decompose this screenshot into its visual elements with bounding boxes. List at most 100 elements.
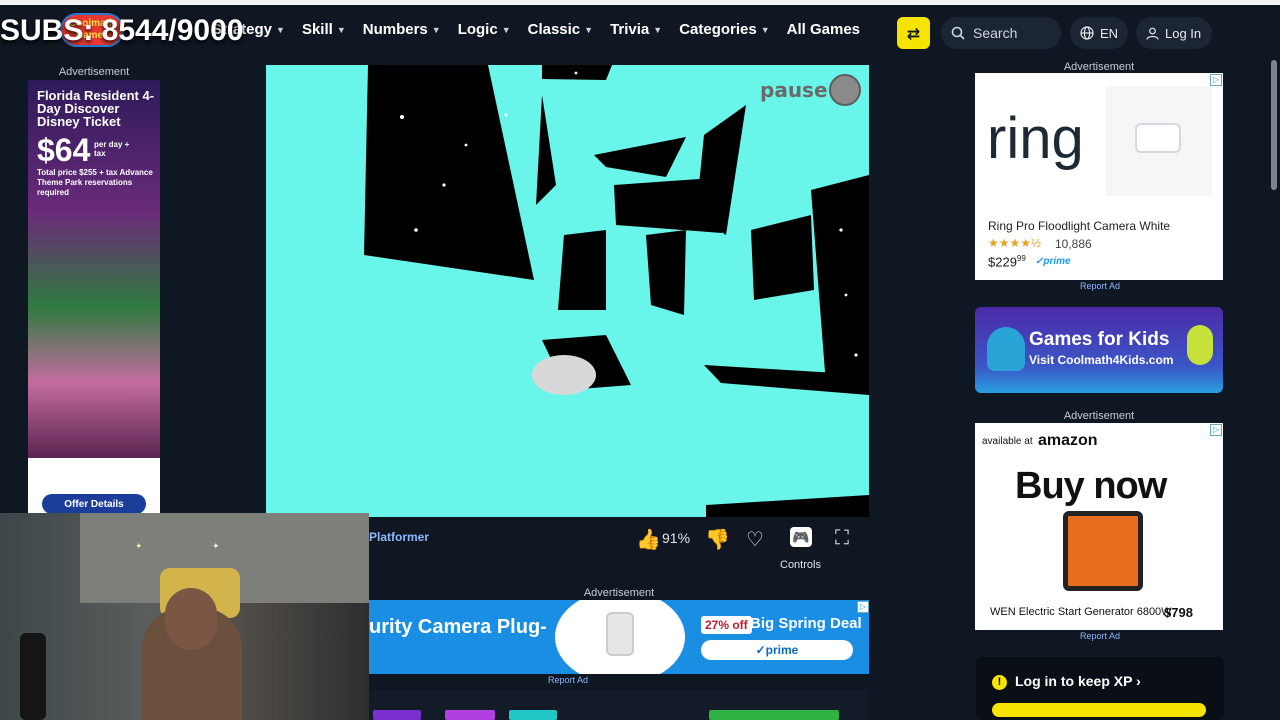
chevron-right-icon: › <box>1136 673 1141 689</box>
category-link[interactable]: Platformer <box>369 530 429 544</box>
coolmath4kids-banner[interactable]: Games for Kids Visit Coolmath4Kids.com <box>975 307 1223 393</box>
language-label: EN <box>1100 25 1119 41</box>
alert-icon: ! <box>992 675 1007 690</box>
search-input[interactable]: Search <box>941 17 1061 49</box>
floating-tile <box>696 105 746 235</box>
kids-headline: Games for Kids <box>1029 329 1170 350</box>
xp-progress-bar <box>992 703 1206 717</box>
game-canvas[interactable] <box>266 65 869 517</box>
ad-prime: ✓prime <box>701 640 853 660</box>
ad-headline: Florida Resident 4-Day Discover Disney T… <box>37 88 155 129</box>
ad-discount: 27% off <box>701 616 752 634</box>
menu-numbers[interactable]: Numbers ▼ <box>363 21 441 38</box>
menu-categories[interactable]: Categories ▼ <box>679 21 769 38</box>
rating-stars: ★★★★½ <box>988 236 1042 250</box>
ad-label-left: Advertisement <box>58 66 130 78</box>
menu-skill[interactable]: Skill ▼ <box>302 21 346 38</box>
ad-label-right-bottom: Advertisement <box>1063 410 1135 422</box>
language-selector[interactable]: EN <box>1070 17 1128 49</box>
chevron-down-icon: ▼ <box>336 24 346 35</box>
ad-product-image <box>1063 511 1143 591</box>
ad-available-at: available at <box>982 436 1033 447</box>
webcam-poster: ✦ <box>212 541 220 551</box>
chevron-down-icon: ▼ <box>276 24 285 35</box>
kids-subline: Visit Coolmath4Kids.com <box>1029 353 1174 367</box>
report-ad-link[interactable]: Report Ad <box>548 675 588 685</box>
chevron-down-icon: ▼ <box>584 24 594 35</box>
gamepad-icon[interactable]: 🎮 <box>790 527 812 547</box>
ring-logo: ring <box>987 106 1084 171</box>
shuffle-icon: ⇄ <box>906 23 921 43</box>
streamer-webcam: ✦ ✦ <box>0 513 369 720</box>
ad-label-mid: Advertisement <box>583 587 655 599</box>
fullscreen-icon[interactable]: ⛶ <box>835 527 849 550</box>
floor-tile <box>706 495 869 517</box>
adchoices-icon[interactable]: ▷ <box>1210 74 1222 86</box>
review-count: 10,886 <box>1055 237 1092 251</box>
ad-label-right-top: Advertisement <box>1063 61 1135 73</box>
game-thumbnail[interactable] <box>709 710 839 720</box>
webcam-mic <box>20 633 46 720</box>
report-ad-link[interactable]: Report Ad <box>1080 631 1120 641</box>
star <box>464 143 468 147</box>
menu-classic[interactable]: Classic ▼ <box>528 21 593 38</box>
ad-product-image <box>1135 123 1181 153</box>
heart-icon[interactable]: ♡ <box>746 527 764 552</box>
offer-details-button[interactable]: Offer Details <box>42 494 146 514</box>
ad-cta: Buy now <box>1015 465 1167 507</box>
adchoices-icon[interactable]: ▷ <box>857 601 869 613</box>
ad-product-name: Ring Pro Floodlight Camera White <box>988 219 1171 233</box>
webcam-poster: ✦ <box>135 541 143 551</box>
pause-label[interactable]: pause <box>760 78 828 102</box>
star <box>400 115 404 119</box>
menu-all-games[interactable]: All Games <box>787 21 860 38</box>
ad-price-note: per day + tax <box>94 140 130 158</box>
xp-login-panel[interactable]: ! Log in to keep XP › <box>976 657 1224 720</box>
ad-price: $22999 <box>988 254 1026 270</box>
report-ad-link[interactable]: Report Ad <box>1080 281 1120 291</box>
ad-fine-print: Total price $255 + tax Advance Theme Par… <box>37 168 153 197</box>
main-menu: Strategy ▼ Skill ▼ Numbers ▼ Logic ▼ Classic… <box>212 21 860 38</box>
thumbs-up-icon[interactable]: 👍 <box>636 527 661 552</box>
floating-tile <box>594 137 686 177</box>
pause-button[interactable] <box>829 74 861 106</box>
page-scrollbar[interactable] <box>1271 60 1277 190</box>
search-placeholder: Search <box>973 25 1018 41</box>
controls-label[interactable]: Controls <box>780 559 821 571</box>
tunnel-core <box>558 230 606 310</box>
adchoices-icon[interactable]: ▷ <box>1210 424 1222 436</box>
floating-tile <box>751 215 814 300</box>
game-thumbnail[interactable] <box>373 710 421 720</box>
amazon-generator-ad[interactable]: available at amazon Buy now WEN Electric… <box>975 423 1223 630</box>
menu-logic[interactable]: Logic ▼ <box>458 21 511 38</box>
stream-subs-overlay: SUBS: 8544/9000 <box>0 14 244 47</box>
like-percent: 91% <box>662 530 691 546</box>
login-button[interactable]: Log In <box>1136 17 1212 49</box>
disney-ad[interactable]: Florida Resident 4-Day Discover Disney T… <box>28 80 160 518</box>
tunnel-edge <box>536 95 556 205</box>
ring-ad[interactable]: ring Ring Pro Floodlight Camera White ★★… <box>975 73 1223 280</box>
alien-runner <box>532 355 596 395</box>
star <box>414 228 418 232</box>
webcam-face <box>165 588 217 650</box>
thumbs-down-icon[interactable]: 👎 <box>705 527 730 552</box>
ad-price: $64 <box>37 132 91 168</box>
star <box>854 353 858 357</box>
chevron-down-icon: ▼ <box>760 24 770 35</box>
tunnel-wall-left <box>364 65 534 280</box>
star <box>844 293 848 297</box>
amazon-logo: amazon <box>1038 432 1098 449</box>
star <box>839 228 843 232</box>
xp-login-text[interactable]: Log in to keep XP › <box>1015 673 1141 689</box>
game-thumbnail[interactable] <box>509 710 557 720</box>
game-thumbnail[interactable] <box>445 710 495 720</box>
camera-plug-ad[interactable]: urity Camera Plug- 27% off Big Spring De… <box>369 600 869 674</box>
ad-prime: ✓prime <box>1035 256 1071 267</box>
game-scene <box>364 65 869 517</box>
chevron-down-icon: ▼ <box>653 24 663 35</box>
ad-product-name: WEN Electric Start Generator 6800W <box>990 606 1172 618</box>
menu-trivia[interactable]: Trivia ▼ <box>610 21 662 38</box>
shuffle-button[interactable]: ⇄ <box>897 17 930 49</box>
chevron-down-icon: ▼ <box>431 24 441 35</box>
chevron-down-icon: ▼ <box>501 24 511 35</box>
